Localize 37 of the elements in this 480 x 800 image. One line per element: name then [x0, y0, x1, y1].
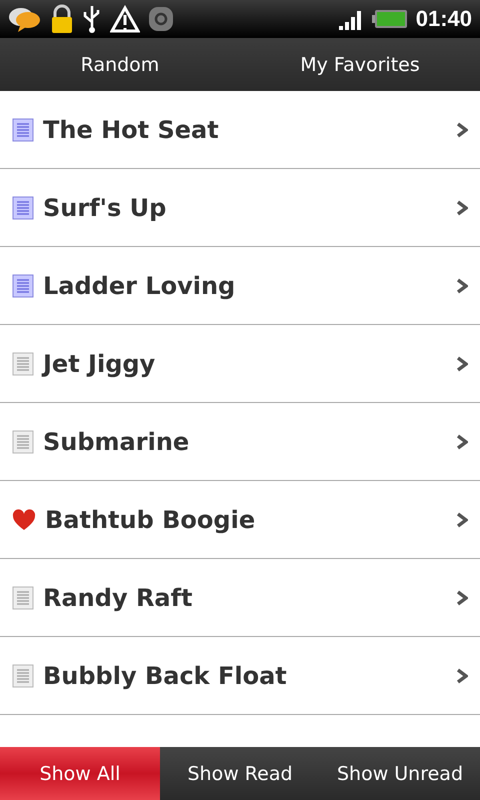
item-title: Surf's Up [43, 194, 168, 222]
chevron-icon [456, 434, 468, 450]
chevron-icon [456, 122, 468, 138]
list-item[interactable]: Bubbly Back Float [0, 637, 480, 715]
item-title: Jet Jiggy [43, 350, 156, 378]
item-title: Bubbly Back Float [43, 662, 288, 690]
sync-icon [148, 6, 174, 32]
filter-tab[interactable]: Show All [0, 747, 160, 800]
list-item[interactable]: Surf's Up [0, 169, 480, 247]
filter-tab[interactable]: Show Read [160, 747, 320, 800]
filter-tab[interactable]: Show Unread [320, 747, 480, 800]
item-title: Randy Raft [43, 584, 194, 612]
list-item[interactable]: Ladder Loving [0, 247, 480, 325]
chevron-icon [456, 356, 468, 372]
warning-icon [110, 5, 140, 33]
signal-icon [338, 8, 364, 30]
battery-icon [372, 9, 408, 29]
chevron-icon [456, 668, 468, 684]
top-bar-button[interactable]: Random [0, 38, 240, 91]
chevron-icon [456, 512, 468, 528]
item-title: The Hot Seat [43, 116, 220, 144]
chevron-icon [456, 590, 468, 606]
item-title: Bathtub Boogie [45, 506, 256, 534]
list-item[interactable]: Randy Raft [0, 559, 480, 637]
list-item[interactable]: Bathtub Boogie [0, 481, 480, 559]
item-title: Ladder Loving [43, 272, 236, 300]
list-item[interactable]: Submarine [0, 403, 480, 481]
usb-icon [82, 4, 102, 34]
top-bar-button[interactable]: My Favorites [240, 38, 480, 91]
chevron-icon [456, 278, 468, 294]
chat-bubble-icon [8, 6, 42, 32]
chevron-icon [456, 200, 468, 216]
padlock-icon [50, 4, 74, 34]
item-title: Submarine [43, 428, 190, 456]
clock-time: 01:40 [416, 6, 472, 32]
list-item[interactable]: Jet Jiggy [0, 325, 480, 403]
list-item[interactable]: The Hot Seat [0, 91, 480, 169]
